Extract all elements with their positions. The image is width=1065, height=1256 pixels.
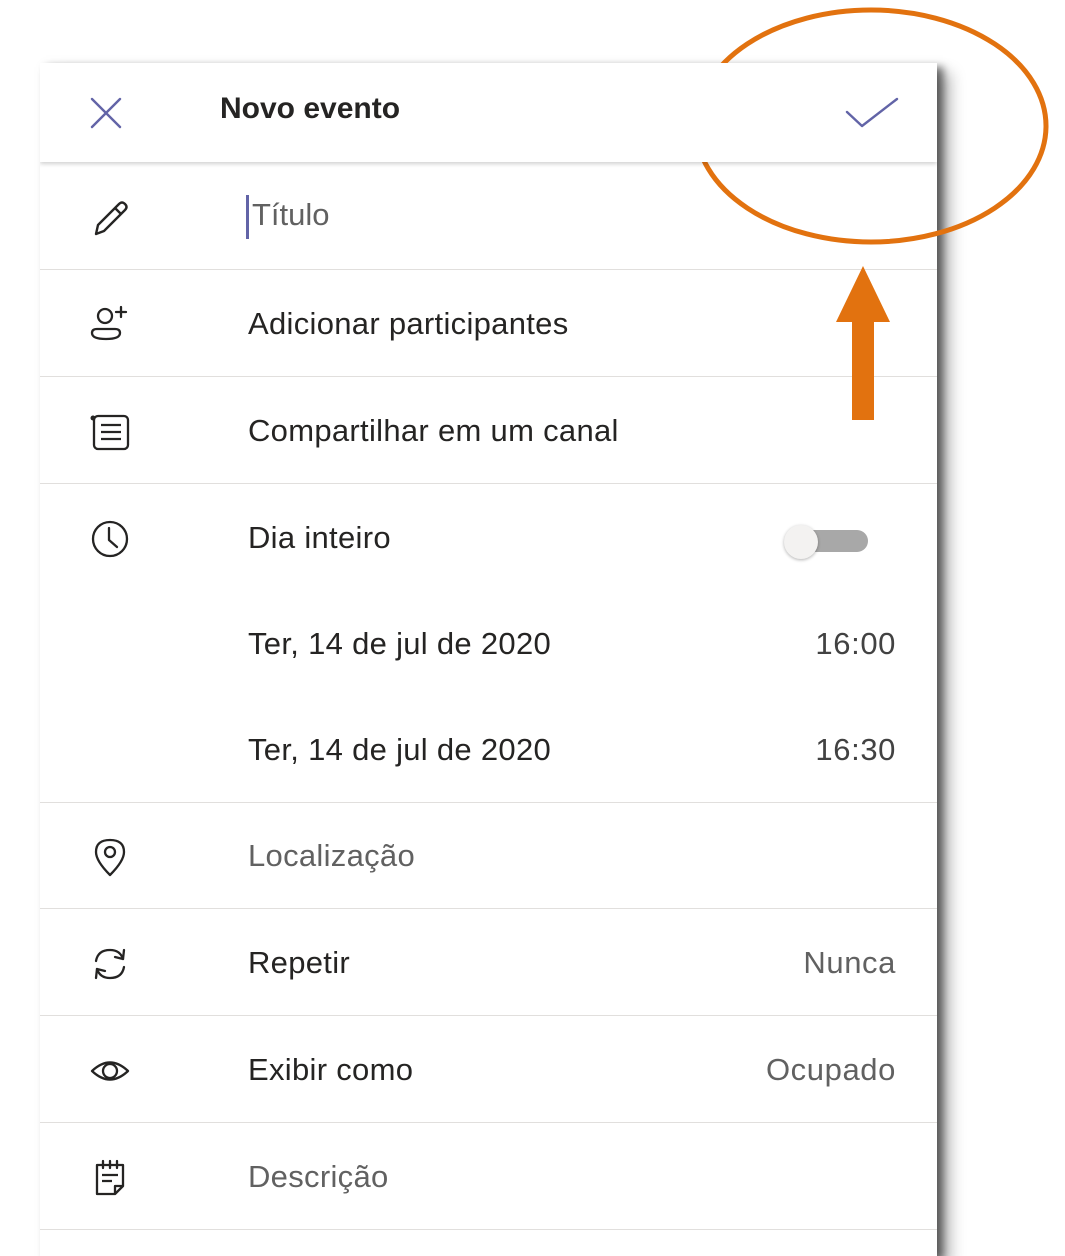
end-date[interactable]: Ter, 14 de jul de 2020 — [248, 729, 551, 771]
start-date[interactable]: Ter, 14 de jul de 2020 — [248, 623, 551, 665]
add-participants-row[interactable]: Adicionar participantes — [40, 271, 937, 377]
add-participants-label: Adicionar participantes — [248, 306, 569, 341]
location-row[interactable]: Localização — [40, 803, 937, 909]
show-as-value: Ocupado — [765, 1052, 896, 1087]
all-day-label: Dia inteiro — [248, 520, 391, 555]
repeat-row[interactable]: Repetir Nunca — [40, 910, 937, 1016]
pencil-icon — [88, 196, 132, 240]
add-person-icon — [88, 303, 132, 347]
end-time[interactable]: 16:30 — [815, 729, 896, 771]
eye-icon — [88, 1049, 132, 1093]
description-label: Descrição — [248, 1159, 389, 1194]
notepad-icon — [88, 1156, 132, 1200]
page-title: Novo evento — [220, 92, 401, 125]
new-event-panel: Novo evento Adiciona — [40, 63, 937, 1256]
close-icon — [86, 93, 126, 133]
end-datetime-row: Ter, 14 de jul de 2020 16:30 — [40, 697, 937, 803]
header-bar: Novo evento — [40, 63, 937, 162]
all-day-row: Dia inteiro — [40, 485, 937, 591]
title-input[interactable] — [246, 192, 852, 238]
share-channel-row[interactable]: Compartilhar em um canal — [40, 378, 937, 484]
save-button[interactable] — [842, 87, 902, 139]
text-caret — [246, 195, 249, 239]
show-as-label: Exibir como — [248, 1052, 414, 1087]
description-row[interactable]: Descrição — [40, 1124, 937, 1230]
toggle-knob — [784, 525, 818, 559]
clock-icon — [88, 517, 132, 561]
start-time[interactable]: 16:00 — [815, 623, 896, 665]
show-as-row[interactable]: Exibir como Ocupado — [40, 1017, 937, 1123]
checkmark-icon — [844, 95, 900, 131]
location-pin-icon — [88, 835, 132, 879]
title-row — [40, 164, 937, 270]
close-button[interactable] — [82, 89, 130, 137]
repeat-icon — [88, 942, 132, 986]
share-channel-label: Compartilhar em um canal — [248, 413, 619, 448]
repeat-label: Repetir — [248, 945, 351, 980]
channel-list-icon — [88, 410, 132, 454]
location-label: Localização — [248, 838, 416, 873]
all-day-toggle[interactable] — [784, 525, 872, 559]
start-datetime-row: Ter, 14 de jul de 2020 16:00 — [40, 591, 937, 697]
repeat-value: Nunca — [803, 945, 896, 980]
